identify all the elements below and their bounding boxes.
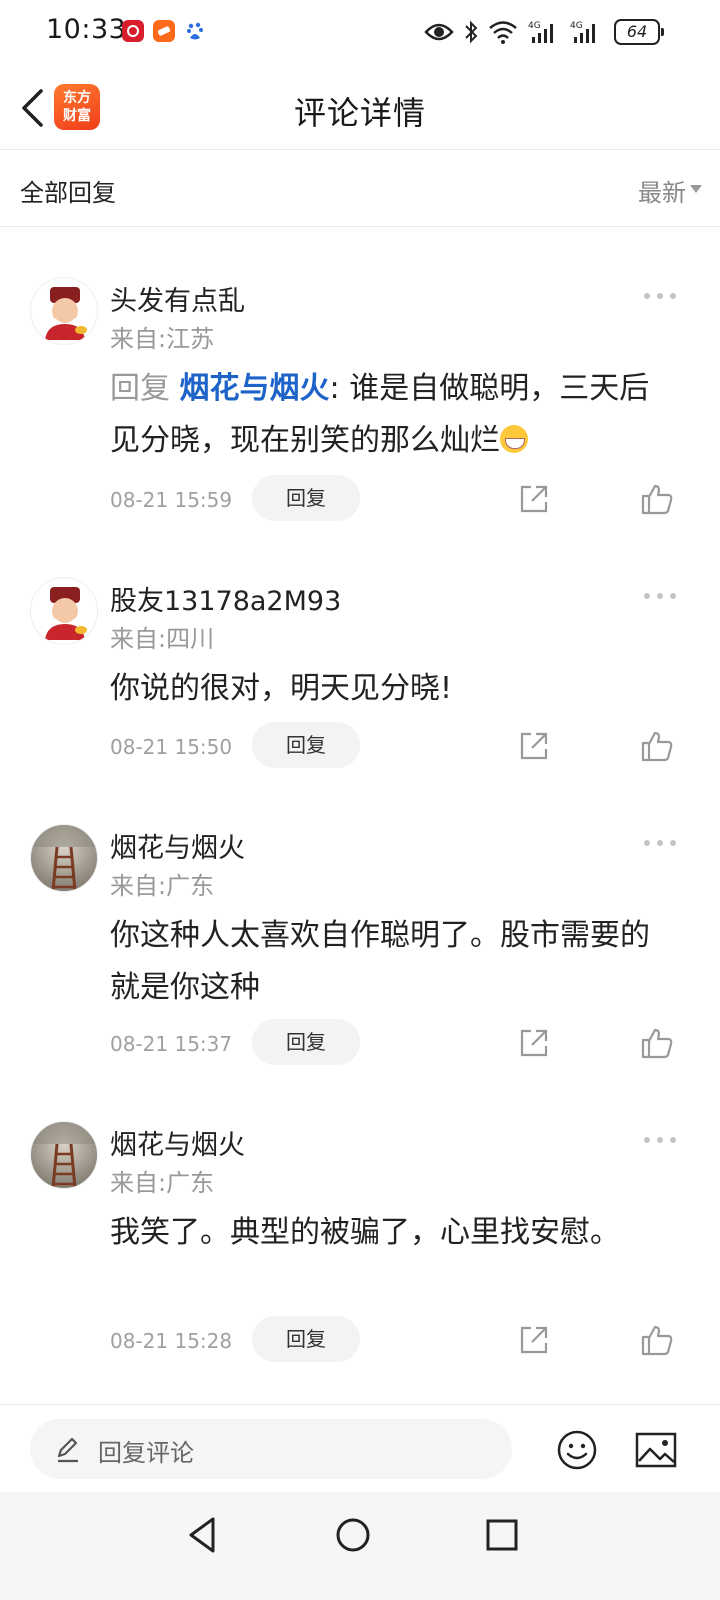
- caret-down-icon[interactable]: [690, 185, 702, 193]
- wifi-icon: [489, 21, 517, 44]
- share-icon[interactable]: [517, 1323, 551, 1357]
- username[interactable]: 头发有点乱: [110, 279, 245, 318]
- app-red-icon: [122, 20, 144, 42]
- location: 来自:广东: [110, 1169, 215, 1197]
- more-options-icon[interactable]: [644, 838, 676, 848]
- thumbs-up-icon[interactable]: [640, 729, 674, 763]
- reply-comment-input[interactable]: 回复评论: [30, 1419, 512, 1479]
- comment-text: 你这种人太喜欢自作聪明了。股市需要的就是你这种: [110, 918, 650, 1005]
- reply-input-placeholder: 回复评论: [98, 1439, 194, 1467]
- reply-button[interactable]: 回复: [252, 722, 360, 768]
- fortune-god-avatar-icon: [45, 587, 87, 640]
- reply-target-link[interactable]: 烟花与烟火: [180, 371, 330, 406]
- svg-text:4G: 4G: [528, 21, 541, 31]
- nav-back-icon[interactable]: [180, 1512, 226, 1558]
- comment-time: 08-21 15:59: [110, 488, 233, 512]
- fortune-god-avatar-icon: [45, 287, 87, 340]
- reply-prefix: 回复: [110, 371, 180, 406]
- thumbs-up-icon[interactable]: [640, 1323, 674, 1357]
- comment-item: 股友13178a2M93 来自:四川 你说的很对，明天见分晓! 08-21 15…: [0, 577, 720, 777]
- comment-time: 08-21 15:37: [110, 1032, 233, 1056]
- comment-text: 我笑了。典型的被骗了，心里找安慰。: [110, 1215, 620, 1250]
- comment-item: 烟花与烟火 来自:广东 你这种人太喜欢自作聪明了。股市需要的就是你这种 08-2…: [0, 824, 720, 1074]
- emoji-icon[interactable]: [556, 1429, 598, 1471]
- filter-label: 全部回复: [20, 179, 116, 207]
- image-icon[interactable]: [634, 1431, 678, 1469]
- comment-item: 烟花与烟火 来自:广东 我笑了。典型的被骗了，心里找安慰。 08-21 15:2…: [0, 1121, 720, 1371]
- location: 来自:江苏: [110, 325, 215, 353]
- battery-indicator: 64: [614, 19, 664, 45]
- sort-dropdown[interactable]: 最新: [638, 173, 686, 208]
- reply-button[interactable]: 回复: [252, 1316, 360, 1362]
- header: 东方 财富 评论详情: [0, 66, 720, 150]
- comment-time: 08-21 15:28: [110, 1329, 233, 1353]
- comment-item: 头发有点乱 来自:江苏 回复 烟花与烟火: 谁是自做聪明，三天后见分晓，现在别笑…: [0, 277, 720, 527]
- location: 来自:广东: [110, 872, 215, 900]
- status-icons: 4G 4G: [424, 17, 602, 47]
- username[interactable]: 股友13178a2M93: [110, 579, 341, 618]
- bluetooth-icon: [465, 20, 478, 44]
- nav-home-icon[interactable]: [330, 1512, 376, 1558]
- ladder-photo-avatar-icon: [31, 1122, 97, 1188]
- avatar[interactable]: [30, 1121, 98, 1189]
- more-options-icon[interactable]: [644, 1135, 676, 1145]
- signal-4g-icon: 4G: [528, 21, 553, 43]
- reply-button[interactable]: 回复: [252, 475, 360, 521]
- filter-bar: 全部回复 最新: [0, 151, 720, 227]
- grin-emoji-icon: [500, 425, 528, 453]
- share-icon[interactable]: [517, 1026, 551, 1060]
- reply-button[interactable]: 回复: [252, 1019, 360, 1065]
- share-icon[interactable]: [517, 729, 551, 763]
- comment-content: 回复 烟花与烟火: 谁是自做聪明，三天后见分晓，现在别笑的那么灿烂: [110, 363, 670, 467]
- thumbs-up-icon[interactable]: [640, 1026, 674, 1060]
- avatar[interactable]: [30, 577, 98, 645]
- nav-recents-icon[interactable]: [479, 1512, 525, 1558]
- app-orange-icon: [153, 20, 175, 42]
- system-nav-bar: [0, 1492, 720, 1600]
- ladder-photo-avatar-icon: [31, 825, 97, 891]
- share-icon[interactable]: [517, 482, 551, 516]
- username[interactable]: 烟花与烟火: [110, 826, 245, 865]
- avatar[interactable]: [30, 824, 98, 892]
- eye-icon: [424, 23, 454, 41]
- pencil-icon: [57, 1437, 78, 1463]
- baidu-icon: [187, 22, 203, 40]
- comment-text: 你说的很对，明天见分晓!: [110, 671, 453, 706]
- page-title: 评论详情: [293, 94, 426, 132]
- status-bar: 10:33 4G 4G 64: [0, 0, 720, 66]
- more-options-icon[interactable]: [644, 291, 676, 301]
- signal-4g-icon: 4G: [570, 21, 595, 43]
- more-options-icon[interactable]: [644, 591, 676, 601]
- location: 来自:四川: [110, 625, 215, 653]
- username[interactable]: 烟花与烟火: [110, 1123, 245, 1162]
- svg-text:4G: 4G: [570, 21, 583, 31]
- comment-time: 08-21 15:50: [110, 735, 233, 759]
- thumbs-up-icon[interactable]: [640, 482, 674, 516]
- reply-input-bar: 回复评论: [0, 1404, 720, 1492]
- avatar[interactable]: [30, 277, 98, 345]
- status-time: 10:33: [46, 14, 127, 45]
